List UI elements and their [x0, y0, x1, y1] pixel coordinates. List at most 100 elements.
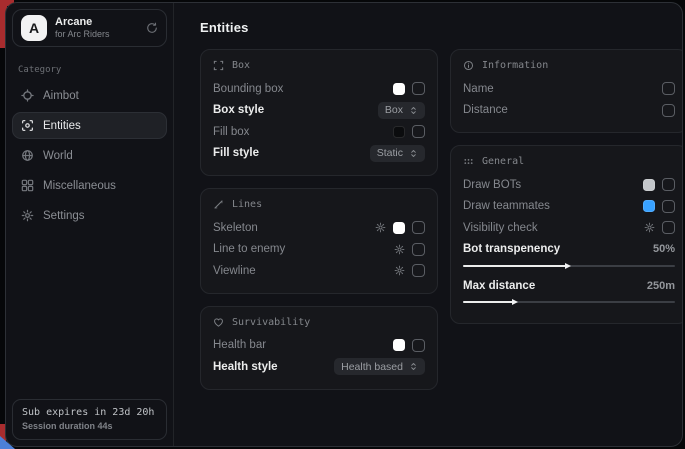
name-checkbox[interactable] — [662, 82, 675, 95]
row-box-style: Box style Box — [213, 100, 425, 122]
fill-box-color-swatch[interactable] — [393, 126, 405, 138]
left-column: Box Bounding box Box style — [200, 49, 438, 390]
slider-track[interactable] — [463, 265, 675, 267]
skeleton-checkbox[interactable] — [412, 221, 425, 234]
crosshair-icon — [21, 89, 34, 102]
right-column: Information Name Distance — [450, 49, 682, 390]
gear-icon[interactable] — [394, 244, 405, 255]
grid-icon — [21, 179, 34, 192]
line-to-enemy-checkbox[interactable] — [412, 243, 425, 256]
draw-teammates-color-swatch[interactable] — [643, 200, 655, 212]
row-label: Draw BOTs — [463, 179, 643, 191]
screen: A Arcane for Arc Riders Category Aimbot … — [0, 0, 685, 449]
sidebar-item-world[interactable]: World — [12, 142, 167, 169]
row-label: Fill box — [213, 126, 393, 138]
sidebar-item-label: World — [43, 150, 73, 162]
bounding-box-checkbox[interactable] — [412, 82, 425, 95]
visibility-check-checkbox[interactable] — [662, 221, 675, 234]
sidebar-item-label: Aimbot — [43, 90, 79, 102]
select-value: Health based — [341, 361, 403, 373]
row-label: Max distance — [463, 280, 647, 292]
row-label: Visibility check — [463, 222, 644, 234]
row-line-to-enemy: Line to enemy — [213, 239, 425, 261]
slider-handle[interactable] — [512, 299, 518, 305]
draw-bots-checkbox[interactable] — [662, 178, 675, 191]
row-label: Box style — [213, 104, 378, 116]
heart-icon — [213, 317, 224, 328]
gear-icon[interactable] — [644, 222, 655, 233]
row-label: Bot transpenency — [463, 243, 653, 255]
skeleton-color-swatch[interactable] — [393, 222, 405, 234]
bounding-box-color-swatch[interactable] — [393, 83, 405, 95]
brand-text: Arcane for Arc Riders — [55, 16, 110, 40]
slider-handle[interactable] — [565, 263, 571, 269]
category-label: Category — [18, 65, 161, 75]
sidebar-item-entities[interactable]: Entities — [12, 112, 167, 139]
row-label: Name — [463, 83, 662, 95]
gear-icon[interactable] — [394, 265, 405, 276]
line-icon — [213, 199, 224, 210]
row-bounding-box: Bounding box — [213, 78, 425, 100]
chevrons-up-down-icon — [409, 106, 418, 115]
row-viewline: Viewline — [213, 260, 425, 282]
app-logo: A — [21, 15, 47, 41]
draw-bots-color-swatch[interactable] — [643, 179, 655, 191]
box-style-select[interactable]: Box — [378, 102, 425, 119]
max-distance-slider[interactable] — [463, 298, 675, 307]
row-skeleton: Skeleton — [213, 217, 425, 239]
fill-box-checkbox[interactable] — [412, 125, 425, 138]
row-visibility-check: Visibility check — [463, 217, 675, 239]
session-duration-text: Session duration 44s — [22, 421, 157, 431]
lines-card: Lines Skeleton Line to enemy — [200, 188, 438, 294]
sidebar-item-miscellaneous[interactable]: Miscellaneous — [12, 172, 167, 199]
card-title: Box — [232, 60, 250, 71]
row-label: Draw teammates — [463, 200, 643, 212]
main-panel: Entities Box Bounding box — [174, 3, 682, 446]
scan-icon — [21, 119, 34, 132]
card-title: Lines — [232, 199, 262, 210]
slider-fill — [463, 301, 516, 303]
health-bar-color-swatch[interactable] — [393, 339, 405, 351]
gear-icon[interactable] — [375, 222, 386, 233]
row-label: Health bar — [213, 339, 393, 351]
page-title: Entities — [200, 20, 674, 35]
max-distance-value: 250m — [647, 280, 675, 292]
draw-teammates-checkbox[interactable] — [662, 200, 675, 213]
info-icon — [463, 60, 474, 71]
row-fill-style: Fill style Static — [213, 143, 425, 165]
bot-transparency-value: 50% — [653, 243, 675, 255]
row-draw-bots: Draw BOTs — [463, 174, 675, 196]
app-window: A Arcane for Arc Riders Category Aimbot … — [5, 2, 683, 447]
card-title: Information — [482, 60, 548, 71]
row-bot-transparency: Bot transpenency 50% — [463, 239, 675, 261]
sidebar-item-aimbot[interactable]: Aimbot — [12, 82, 167, 109]
bot-transparency-slider[interactable] — [463, 261, 675, 270]
subscription-card: Sub expires in 23d 20h Session duration … — [12, 399, 167, 440]
chevrons-up-down-icon — [409, 149, 418, 158]
select-value: Static — [377, 147, 403, 159]
viewline-checkbox[interactable] — [412, 264, 425, 277]
general-card: General Draw BOTs Draw teammates — [450, 145, 682, 324]
dots-grid-icon — [463, 156, 474, 167]
app-subtitle: for Arc Riders — [55, 29, 110, 40]
row-name: Name — [463, 78, 675, 100]
health-style-select[interactable]: Health based — [334, 358, 425, 375]
information-card: Information Name Distance — [450, 49, 682, 133]
sync-icon[interactable] — [146, 22, 158, 34]
sidebar-item-settings[interactable]: Settings — [12, 202, 167, 229]
row-label: Viewline — [213, 265, 394, 277]
fill-style-select[interactable]: Static — [370, 145, 425, 162]
box-card: Box Bounding box Box style — [200, 49, 438, 176]
app-name: Arcane — [55, 16, 110, 29]
row-draw-teammates: Draw teammates — [463, 196, 675, 218]
sidebar-item-label: Settings — [43, 210, 85, 222]
row-health-style: Health style Health based — [213, 356, 425, 378]
health-bar-checkbox[interactable] — [412, 339, 425, 352]
gear-icon — [21, 209, 34, 222]
slider-track[interactable] — [463, 301, 675, 303]
distance-checkbox[interactable] — [662, 104, 675, 117]
row-health-bar: Health bar — [213, 335, 425, 357]
row-label: Health style — [213, 361, 334, 373]
row-label: Line to enemy — [213, 243, 394, 255]
sidebar-nav: Aimbot Entities World Miscellaneous Sett… — [12, 82, 167, 229]
